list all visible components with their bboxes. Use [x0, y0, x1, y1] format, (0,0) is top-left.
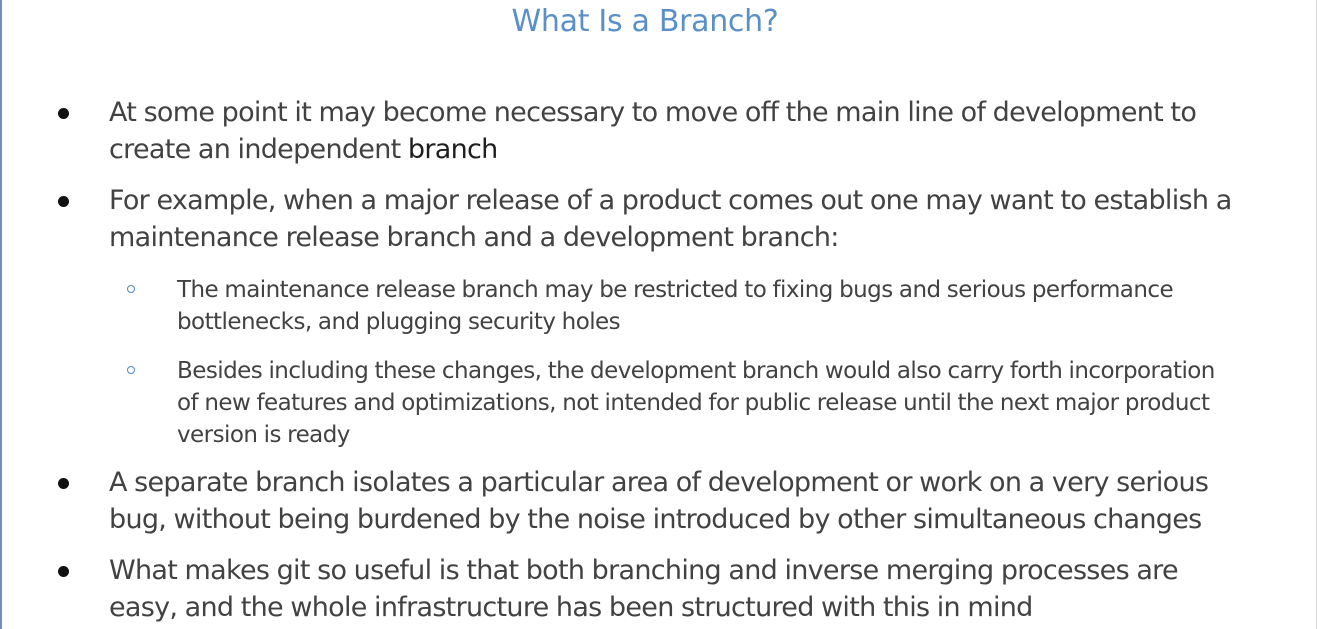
- slide: What Is a Branch? At some point it may b…: [0, 0, 1317, 629]
- subbullet-item-1: The maintenance release branch may be re…: [127, 274, 1307, 338]
- subbullet-1-line-1: The maintenance release branch may be re…: [177, 277, 1174, 303]
- bullet-4-line-1: What makes git so useful is that both br…: [109, 555, 1179, 586]
- bullet-item-4: What makes git so useful is that both br…: [58, 552, 1309, 626]
- hollow-circle-bullet-icon: [127, 366, 135, 374]
- bullet-1-line-1: At some point it may become necessary to…: [109, 97, 1197, 128]
- subbullet-2-line-3: version is ready: [177, 422, 350, 448]
- subbullet-2-line-2: of new features and optimizations, not i…: [177, 390, 1210, 416]
- bullet-dot-icon: [58, 478, 69, 489]
- bullet-item-2: For example, when a major release of a p…: [58, 182, 1309, 256]
- bullet-dot-icon: [58, 196, 69, 207]
- bullet-dot-icon: [58, 108, 69, 119]
- bullet-3-line-2: bug, without being burdened by the noise…: [109, 504, 1202, 535]
- bullet-1-line-2: create an independent branch: [109, 131, 1309, 168]
- bullet-1-emphasis: branch: [407, 134, 498, 165]
- bullet-dot-icon: [58, 566, 69, 577]
- slide-left-border: [0, 0, 2, 629]
- bullet-item-1: At some point it may become necessary to…: [58, 94, 1309, 168]
- subbullet-1-line-2: bottlenecks, and plugging security holes: [177, 309, 621, 335]
- subbullet-2-line-1: Besides including these changes, the dev…: [177, 358, 1215, 384]
- subbullet-item-2: Besides including these changes, the dev…: [127, 355, 1307, 451]
- hollow-circle-bullet-icon: [127, 285, 135, 293]
- bullet-1-line-2-text: create an independent: [109, 134, 408, 165]
- bullet-2-line-2: maintenance release branch and a develop…: [109, 222, 839, 253]
- bullet-2-line-1: For example, when a major release of a p…: [109, 185, 1232, 216]
- bullet-3-line-1: A separate branch isolates a particular …: [109, 467, 1209, 498]
- slide-title: What Is a Branch?: [511, 4, 779, 39]
- bullet-4-line-2: easy, and the whole infrastructure has b…: [109, 592, 1033, 623]
- bullet-item-3: A separate branch isolates a particular …: [58, 464, 1309, 538]
